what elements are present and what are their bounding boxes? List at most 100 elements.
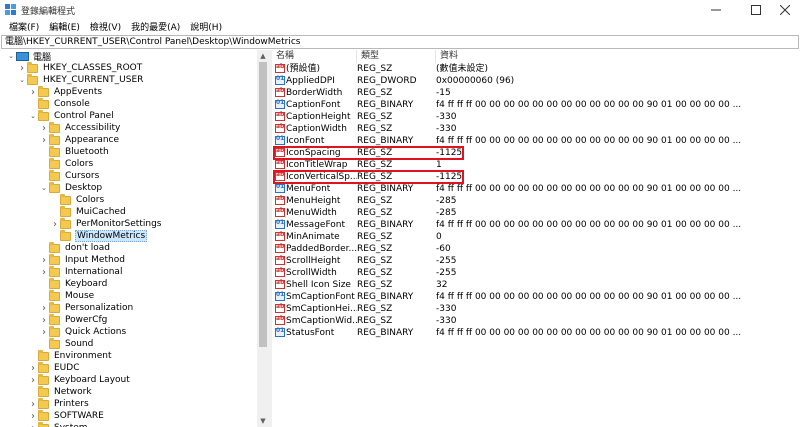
string-value-icon — [275, 267, 285, 277]
tree-node[interactable]: Console — [28, 97, 91, 110]
menu-help[interactable]: 說明(H) — [185, 19, 227, 34]
value-row[interactable]: PaddedBorder...REG_SZ -60 — [272, 243, 800, 255]
chevron-right-icon[interactable]: › — [17, 62, 27, 74]
tree-node[interactable]: › Accessibility — [39, 121, 121, 134]
value-row[interactable]: CaptionHeight REG_SZ -330 — [272, 111, 800, 123]
chevron-right-icon[interactable]: › — [39, 254, 49, 266]
value-row[interactable]: SmCaptionFontREG_BINARY f4 ff ff ff 00 00… — [272, 291, 800, 303]
chevron-down-icon[interactable]: ⌄ — [39, 182, 49, 194]
folder-icon — [49, 145, 60, 157]
tree-node[interactable]: › EUDC — [28, 361, 81, 374]
chevron-right-icon[interactable]: › — [50, 218, 60, 230]
tree-node-label: AppEvents — [54, 87, 103, 97]
tree-node[interactable]: Colors — [39, 157, 94, 170]
value-data: -60 — [436, 244, 451, 254]
chevron-right-icon[interactable]: › — [39, 314, 49, 326]
folder-icon — [60, 229, 71, 241]
value-row[interactable]: CaptionFont REG_BINARY f4 ff ff ff 00 00 0… — [272, 99, 800, 111]
value-row[interactable]: MinAnimate REG_SZ 0 — [272, 231, 800, 243]
value-row[interactable]: MessageFont REG_BINARY f4 ff ff ff 00 00 0… — [272, 219, 800, 231]
tree-node[interactable]: Mouse — [39, 289, 95, 302]
tree-node-label: 電腦 — [33, 52, 52, 63]
column-header-data[interactable]: 資料 — [436, 50, 800, 63]
value-row[interactable]: StatusFont REG_BINARY f4 ff ff ff 00 00 00… — [272, 327, 800, 339]
menu-edit[interactable]: 編輯(E) — [44, 19, 85, 34]
tree-node[interactable]: › PerMonitorSettings — [50, 217, 162, 230]
chevron-right-icon[interactable]: › — [39, 326, 49, 338]
value-row[interactable]: Shell Icon Size REG_SZ 32 — [272, 279, 800, 291]
minimize-button[interactable] — [696, 0, 736, 19]
chevron-down-icon[interactable]: ⌄ — [28, 110, 38, 122]
menu-favorites[interactable]: 我的最愛(A) — [126, 19, 185, 34]
value-data: -1125 — [436, 148, 463, 158]
tree-node[interactable]: ⌄ HKEY_CURRENT_USER — [17, 73, 144, 86]
value-data: -285 — [436, 208, 457, 218]
tree-node[interactable]: Cursors — [39, 169, 100, 182]
value-row[interactable]: SmCaptionWid...REG_SZ -330 — [272, 315, 800, 327]
tree-node[interactable]: › Keyboard Layout — [28, 373, 131, 386]
tree-node-label: Colors — [76, 195, 105, 205]
value-type: REG_SZ — [357, 196, 393, 206]
value-row[interactable]: ScrollWidth REG_SZ -255 — [272, 267, 800, 279]
tree-node[interactable]: Colors — [50, 193, 105, 206]
value-row[interactable]: AppliedDPI REG_DWORD 0x00000060 (96) — [272, 75, 800, 87]
value-type: REG_SZ — [357, 112, 393, 122]
close-button[interactable] — [770, 0, 800, 19]
value-row[interactable]: SmCaptionHei...REG_SZ -330 — [272, 303, 800, 315]
chevron-down-icon[interactable]: ⌄ — [6, 50, 16, 62]
value-row[interactable]: BorderWidth REG_SZ -15 — [272, 87, 800, 99]
tree-node[interactable]: › PowerCfg — [39, 313, 108, 326]
tree-node[interactable]: WindowMetrics — [50, 229, 148, 242]
chevron-right-icon[interactable]: › — [39, 134, 49, 146]
chevron-right-icon[interactable]: › — [39, 122, 49, 134]
value-row[interactable]: MenuHeight REG_SZ -285 — [272, 195, 800, 207]
value-row[interactable]: MenuFont REG_BINARY f4 ff ff ff 00 00 00 0… — [272, 183, 800, 195]
tree-node[interactable]: › International — [39, 265, 123, 278]
chevron-right-icon[interactable]: › — [28, 86, 38, 98]
tree-node[interactable]: › Printers — [28, 397, 90, 410]
scroll-up-arrow-icon[interactable]: ▲ — [257, 50, 269, 62]
tree-node[interactable]: › Appearance — [39, 133, 120, 146]
tree-node[interactable]: Environment — [28, 349, 112, 362]
value-row[interactable]: CaptionWidth REG_SZ -330 — [272, 123, 800, 135]
computer-icon — [16, 51, 29, 61]
tree-node[interactable]: › HKEY_CLASSES_ROOT — [17, 61, 143, 74]
tree-scroll-thumb[interactable] — [259, 62, 267, 347]
value-row[interactable]: (預設值) REG_SZ (數值未設定) — [272, 63, 800, 75]
tree-node[interactable]: Bluetooth — [39, 145, 110, 158]
tree-node[interactable]: › Input Method — [39, 253, 126, 266]
tree-node[interactable]: › System — [28, 421, 89, 427]
tree-node[interactable]: › AppEvents — [28, 85, 103, 98]
value-row[interactable]: MenuWidth REG_SZ -285 — [272, 207, 800, 219]
chevron-down-icon[interactable]: ⌄ — [17, 74, 27, 86]
folder-icon — [49, 337, 60, 349]
chevron-right-icon[interactable]: › — [28, 410, 38, 422]
value-type: REG_DWORD — [357, 76, 417, 86]
tree-node[interactable]: Sound — [39, 337, 94, 350]
address-bar[interactable]: 電腦\HKEY_CURRENT_USER\Control Panel\Deskt… — [1, 35, 799, 49]
menu-view[interactable]: 檢視(V) — [85, 19, 126, 34]
menu-file[interactable]: 檔案(F) — [4, 19, 44, 34]
tree-node[interactable]: › SOFTWARE — [28, 409, 105, 422]
chevron-right-icon[interactable]: › — [28, 398, 38, 410]
tree-node[interactable]: › Quick Actions — [39, 325, 127, 338]
tree-node[interactable]: ⌄ Control Panel — [28, 109, 115, 122]
column-header-name[interactable]: 名稱 — [272, 50, 357, 63]
column-header-type[interactable]: 類型 — [357, 50, 436, 63]
value-type: REG_SZ — [357, 244, 393, 254]
tree-node[interactable]: ⌄ 電腦 — [6, 50, 52, 63]
tree-node[interactable]: Keyboard — [39, 277, 108, 290]
tree-node[interactable]: don't load — [39, 241, 111, 254]
chevron-right-icon[interactable]: › — [28, 362, 38, 374]
tree-node[interactable]: › Personalization — [39, 301, 134, 314]
scroll-down-arrow-icon[interactable]: ▼ — [257, 415, 269, 427]
tree-node[interactable]: ⌄ Desktop — [39, 181, 103, 194]
chevron-right-icon[interactable]: › — [39, 302, 49, 314]
string-value-icon — [275, 87, 285, 97]
tree-node[interactable]: MuiCached — [50, 205, 127, 218]
value-row[interactable]: ScrollHeight REG_SZ -255 — [272, 255, 800, 267]
chevron-right-icon[interactable]: › — [28, 422, 38, 427]
tree-node[interactable]: Network — [28, 385, 93, 398]
chevron-right-icon[interactable]: › — [28, 374, 38, 386]
chevron-right-icon[interactable]: › — [39, 266, 49, 278]
